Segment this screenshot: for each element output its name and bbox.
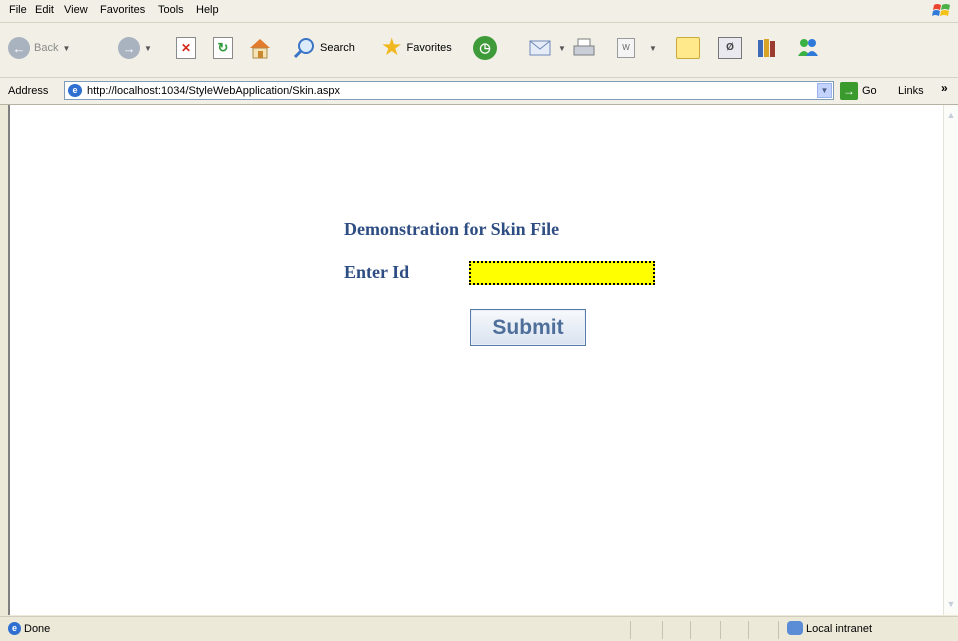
- stop-icon: ✕: [176, 37, 196, 59]
- address-url: http://localhost:1034/StyleWebApplicatio…: [87, 85, 340, 97]
- back-dropdown-icon[interactable]: ▼: [62, 44, 70, 53]
- messenger-icon: [798, 39, 818, 56]
- status-divider: [690, 621, 691, 639]
- windows-logo-icon: [932, 4, 950, 16]
- back-label: Back: [34, 42, 59, 54]
- zone-label: Local intranet: [806, 623, 873, 635]
- back-arrow-icon: ←: [8, 37, 30, 59]
- status-divider: [748, 621, 749, 639]
- done-ie-icon: e: [8, 622, 21, 635]
- status-text: Done: [24, 623, 51, 635]
- home-icon: [250, 39, 270, 59]
- vertical-scrollbar[interactable]: ▲ ▼: [943, 105, 958, 615]
- menu-edit[interactable]: Edit: [35, 4, 54, 16]
- page-ie-icon: e: [68, 84, 82, 97]
- standard-toolbar: ← Back ▼ → ▼ ✕ ↻ Search ★ Favorites ◷ ▼ …: [0, 23, 958, 78]
- scroll-down-icon[interactable]: ▼: [944, 596, 958, 613]
- edit-button[interactable]: W ▼: [617, 33, 657, 63]
- address-bar: Address e http://localhost:1034/StyleWeb…: [0, 78, 958, 105]
- edit-dropdown-icon[interactable]: ▼: [649, 44, 657, 53]
- print-icon: [573, 38, 595, 56]
- home-button[interactable]: [247, 33, 273, 63]
- submit-button[interactable]: Submit: [470, 309, 586, 346]
- favorites-label: Favorites: [406, 42, 452, 54]
- edit-page-icon: W: [617, 38, 635, 58]
- forward-dropdown-icon[interactable]: ▼: [144, 44, 152, 53]
- refresh-button[interactable]: ↻: [213, 33, 233, 63]
- menu-view[interactable]: View: [64, 4, 88, 16]
- local-intranet-icon: [787, 621, 803, 635]
- books-button[interactable]: [755, 33, 781, 63]
- research-icon: Ø: [718, 37, 742, 59]
- refresh-icon: ↻: [213, 37, 233, 59]
- research-button[interactable]: Ø: [718, 33, 742, 63]
- messenger-button[interactable]: [795, 33, 821, 63]
- search-button[interactable]: Search: [292, 33, 355, 63]
- menu-file[interactable]: File: [9, 4, 27, 16]
- search-label: Search: [320, 42, 355, 54]
- forward-button[interactable]: → ▼: [118, 33, 152, 63]
- links-chevron-icon[interactable]: »: [941, 81, 948, 95]
- discuss-button[interactable]: [676, 33, 700, 63]
- mail-button[interactable]: ▼: [528, 33, 566, 63]
- id-input[interactable]: [469, 261, 655, 285]
- favorites-button[interactable]: ★ Favorites: [381, 33, 452, 63]
- enter-id-label: Enter Id: [344, 262, 410, 282]
- address-dropdown-icon[interactable]: ▼: [817, 83, 832, 98]
- stop-button[interactable]: ✕: [176, 33, 196, 63]
- status-bar: e Done Local intranet: [0, 616, 958, 641]
- print-button[interactable]: [571, 33, 597, 63]
- star-icon: ★: [381, 34, 403, 61]
- history-button[interactable]: ◷: [473, 33, 497, 63]
- address-label: Address: [8, 85, 49, 97]
- links-label[interactable]: Links: [898, 85, 924, 97]
- status-divider: [662, 621, 663, 639]
- status-divider: [720, 621, 721, 639]
- mail-dropdown-icon[interactable]: ▼: [558, 44, 566, 53]
- mail-icon: [529, 40, 551, 56]
- books-icon: [758, 39, 775, 57]
- go-button[interactable]: → Go: [840, 82, 877, 100]
- search-icon: [293, 38, 314, 59]
- address-field[interactable]: e http://localhost:1034/StyleWebApplicat…: [64, 81, 834, 100]
- scroll-up-icon[interactable]: ▲: [944, 107, 958, 124]
- go-label: Go: [862, 85, 877, 97]
- menu-bar: File Edit View Favorites Tools Help: [0, 0, 958, 23]
- status-divider: [778, 621, 779, 639]
- menu-tools[interactable]: Tools: [158, 4, 184, 16]
- note-icon: [676, 37, 700, 59]
- go-arrow-icon: →: [840, 82, 858, 100]
- menu-help[interactable]: Help: [196, 4, 219, 16]
- status-divider: [630, 621, 631, 639]
- forward-arrow-icon: →: [118, 37, 140, 59]
- history-icon: ◷: [473, 36, 497, 60]
- page-content: Demonstration for Skin File Enter Id Sub…: [8, 105, 943, 615]
- back-button[interactable]: ← Back ▼: [8, 33, 70, 63]
- menu-favorites[interactable]: Favorites: [100, 4, 145, 16]
- page-heading: Demonstration for Skin File: [344, 219, 560, 239]
